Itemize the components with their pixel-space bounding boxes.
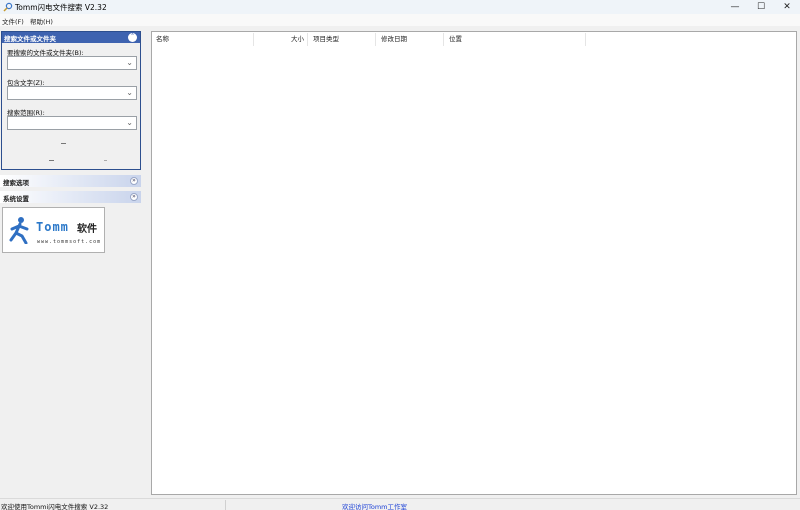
status-welcome-text: 欢迎使用Tommi闪电文件搜索 V2.32 [1,503,109,510]
search-options-title: 搜索选项 [3,179,29,187]
system-settings-section[interactable]: 系统设置 » [0,191,141,203]
menu-help[interactable]: 帮助(H) [30,16,53,26]
collapse-chevron-icon[interactable]: ˄ [128,33,137,42]
window-title: Tomm闪电文件搜索 V2.32 [15,3,107,12]
visit-website-link[interactable]: 欢迎访问Tomm工作室 [342,501,407,510]
running-man-icon [9,217,29,244]
chevron-down-icon[interactable]: ⌄ [126,58,133,68]
placeholder-button[interactable] [104,160,107,161]
maximize-button[interactable]: ☐ [748,0,774,14]
column-header-modified[interactable]: 修改日期 [376,33,444,46]
contains-text-combobox[interactable]: ⌄ [7,86,137,100]
chevron-down-icon[interactable]: ⌄ [126,88,133,98]
search-options-section[interactable]: 搜索选项 » [0,175,141,187]
status-divider [225,500,226,510]
tomm-logo[interactable]: Tomm 软件 www.tommsoft.com [2,207,105,253]
expand-chevron-icon[interactable]: » [130,177,138,185]
placeholder-button[interactable] [49,160,54,161]
expand-chevron-icon[interactable]: » [130,193,138,201]
chevron-down-icon[interactable]: ⌄ [126,118,133,128]
status-bar: 欢迎使用Tommi闪电文件搜索 V2.32 欢迎访问Tomm工作室 [0,498,800,510]
logo-brand-text: Tomm [36,220,69,234]
results-list[interactable]: 名称 大小 项目类型 修改日期 位置 [151,31,797,495]
logo-brand-cn-text: 软件 [77,224,97,235]
title-bar: Tomm闪电文件搜索 V2.32 — ☐ ✕ [0,0,800,14]
column-header-size[interactable]: 大小 [254,33,308,46]
search-panel-header[interactable]: 搜索文件或文件夹 ˄ [2,32,140,43]
menu-file[interactable]: 文件(F) [2,16,24,26]
system-settings-title: 系统设置 [3,195,29,203]
column-header-location[interactable]: 位置 [444,33,586,46]
column-header-type[interactable]: 项目类型 [308,33,376,46]
menu-bar: 文件(F) 帮助(H) [0,14,800,26]
app-search-icon [3,2,13,12]
close-button[interactable]: ✕ [774,0,800,14]
search-panel-title: 搜索文件或文件夹 [4,35,56,43]
filename-combobox[interactable]: ⌄ [7,56,137,70]
search-scope-combobox[interactable]: ⌄ [7,116,137,130]
column-header-name[interactable]: 名称 [156,33,254,46]
minimize-button[interactable]: — [722,0,748,14]
logo-url-text: www.tommsoft.com [37,239,102,245]
placeholder-button[interactable] [61,143,66,144]
search-panel: 搜索文件或文件夹 ˄ 要搜索的文件或文件夹(B): ⌄ 包含文字(Z): ⌄ 搜… [1,31,141,170]
